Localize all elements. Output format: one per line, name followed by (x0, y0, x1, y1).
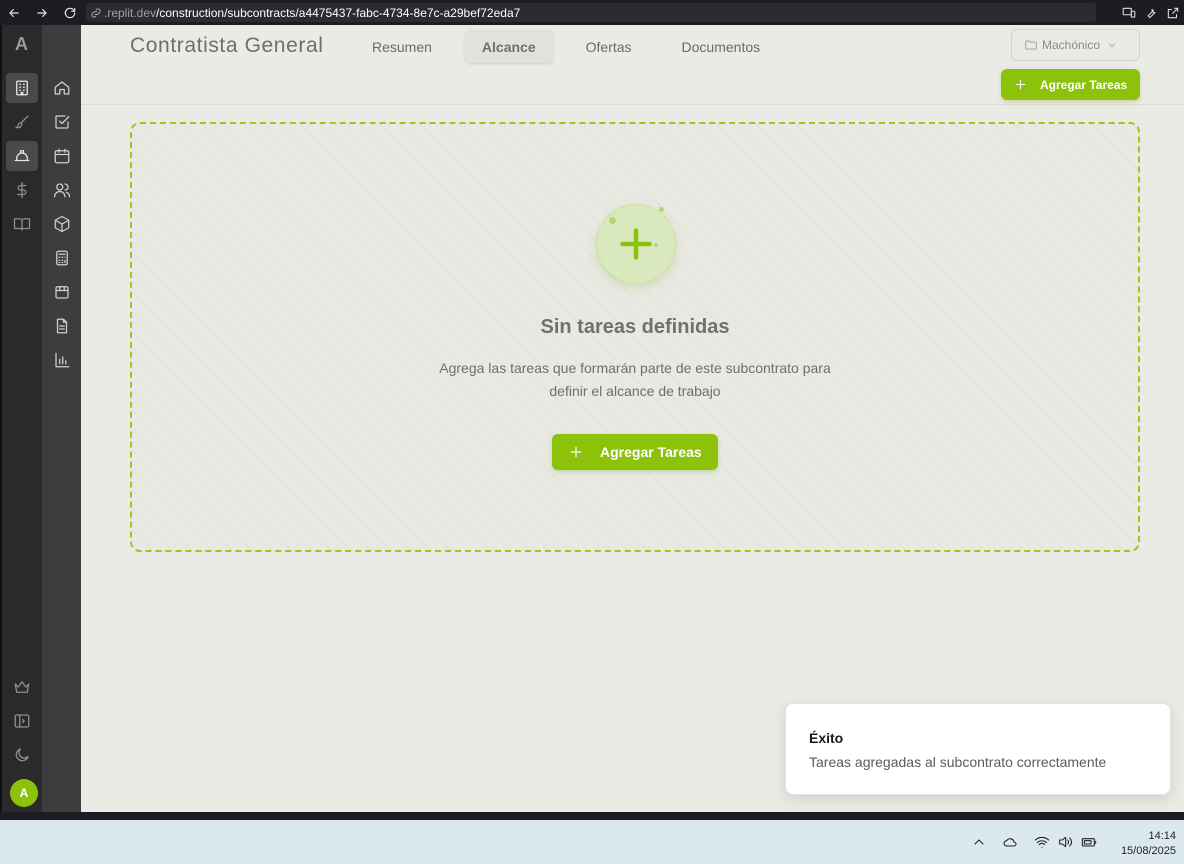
reload-button[interactable] (56, 0, 84, 25)
store-icon (55, 286, 69, 299)
rail-collapse-button[interactable] (6, 706, 38, 736)
user-avatar[interactable]: A (10, 779, 38, 807)
nav-tasks-button[interactable] (46, 107, 78, 137)
tray-battery[interactable] (1081, 834, 1097, 850)
system-clock[interactable]: 14:14 15/08/2025 (1121, 829, 1176, 859)
battery-icon (1081, 838, 1097, 847)
decorative-dot (609, 217, 616, 224)
tray-onedrive[interactable] (1002, 834, 1018, 850)
back-button[interactable] (0, 0, 28, 25)
empty-state-description: Agrega las tareas que formarán parte de … (439, 360, 831, 399)
dollar-icon (16, 181, 27, 199)
add-tasks-button[interactable]: Agregar Tareas (552, 434, 718, 470)
hard-hat-icon (14, 150, 30, 162)
nav-users-button[interactable] (46, 175, 78, 205)
tab-resumen[interactable]: Resumen (355, 30, 449, 63)
url-host: .replit.dev (104, 5, 157, 20)
clock-time: 14:14 (1148, 830, 1176, 842)
volume-icon (1059, 836, 1072, 848)
clock-date: 15/08/2025 (1120, 845, 1176, 857)
plus-icon (620, 228, 652, 260)
empty-state-panel: Sin tareas definidas Agrega las tareas q… (130, 122, 1140, 552)
wifi-icon (1034, 836, 1050, 848)
decorative-dot (659, 207, 664, 212)
add-tasks-header-button[interactable]: Agregar Tareas (1001, 69, 1140, 100)
package-icon (54, 215, 70, 233)
chevron-up-icon (974, 839, 984, 845)
page-header: Contratista General Resumen Alcance Ofer… (81, 25, 1184, 105)
calendar-icon (54, 148, 70, 164)
secondary-rail (42, 25, 81, 812)
plus-icon (570, 446, 582, 458)
tray-wifi[interactable] (1034, 834, 1050, 850)
sidebar-toggle-icon (14, 714, 30, 728)
rail-docs-button[interactable] (6, 209, 38, 239)
browser-bottom-border (0, 812, 1184, 820)
tab-documentos[interactable]: Documentos (665, 30, 778, 63)
toast-message: Tareas agregadas al subcontrato correcta… (809, 754, 1107, 770)
nav-home-button[interactable] (46, 73, 78, 103)
tray-volume[interactable] (1057, 834, 1073, 850)
link-icon (91, 7, 101, 18)
tab-bar: Resumen Alcance Ofertas Documentos (355, 30, 793, 63)
reload-icon (64, 7, 76, 18)
crown-icon (14, 681, 30, 693)
book-open-icon (13, 218, 31, 231)
nav-calendar-button[interactable] (46, 141, 78, 171)
arrow-left-icon (9, 8, 19, 17)
plus-icon (1015, 79, 1026, 90)
empty-state-add-icon-circle (596, 204, 676, 284)
wrench-icon[interactable] (1144, 6, 1158, 20)
calculator-icon (56, 250, 68, 266)
decorative-dot (654, 243, 658, 247)
forward-button[interactable] (28, 0, 56, 25)
rail-design-button[interactable] (6, 107, 38, 137)
devices-icon[interactable] (1122, 6, 1136, 20)
rail-finance-button[interactable] (6, 175, 38, 205)
browser-toolbar: .replit.dev/construction/subcontracts/a4… (0, 0, 1184, 25)
primary-rail: A A (0, 25, 42, 812)
project-select-value: Machónico (1042, 38, 1101, 52)
users-icon (53, 183, 71, 198)
nav-reports-button[interactable] (46, 345, 78, 375)
add-tasks-label: Agregar Tareas (600, 444, 702, 460)
os-taskbar: 14:14 15/08/2025 (0, 820, 1184, 864)
address-bar[interactable]: .replit.dev/construction/subcontracts/a4… (86, 3, 1096, 22)
toast-title: Éxito (809, 730, 844, 746)
external-link-icon[interactable] (1166, 6, 1180, 20)
main-content: Contratista General Resumen Alcance Ofer… (81, 25, 1184, 812)
success-toast[interactable]: Éxito Tareas agregadas al subcontrato co… (785, 703, 1171, 795)
project-select[interactable]: Machónico (1011, 29, 1140, 61)
nav-store-button[interactable] (46, 277, 78, 307)
check-square-icon (55, 115, 70, 129)
brush-icon (15, 115, 29, 129)
tray-overflow-button[interactable] (971, 834, 987, 850)
moon-icon (15, 748, 29, 762)
rail-theme-button[interactable] (6, 740, 38, 770)
nav-documents-button[interactable] (46, 311, 78, 341)
arrow-right-icon (37, 8, 47, 17)
tab-ofertas[interactable]: Ofertas (569, 30, 649, 63)
chevron-down-icon (1108, 43, 1116, 48)
nav-calculator-button[interactable] (46, 243, 78, 273)
url-path: /construction/subcontracts/a4475437-fabc… (156, 5, 521, 20)
rail-construction-button[interactable] (6, 141, 38, 171)
bar-chart-icon (55, 352, 70, 368)
file-text-icon (56, 318, 68, 334)
tab-alcance[interactable]: Alcance (464, 30, 553, 63)
app-logo[interactable]: A (15, 34, 28, 55)
cloud-icon (1003, 838, 1017, 847)
building-icon (16, 80, 28, 96)
rail-buildings-button[interactable] (6, 73, 38, 103)
rail-premium-button[interactable] (6, 672, 38, 702)
page-title: Contratista General (130, 34, 324, 57)
folder-icon (1025, 40, 1037, 50)
nav-materials-button[interactable] (46, 209, 78, 239)
home-icon (54, 81, 70, 95)
add-tasks-header-label: Agregar Tareas (1040, 77, 1128, 92)
empty-state-title: Sin tareas definidas (540, 316, 730, 338)
